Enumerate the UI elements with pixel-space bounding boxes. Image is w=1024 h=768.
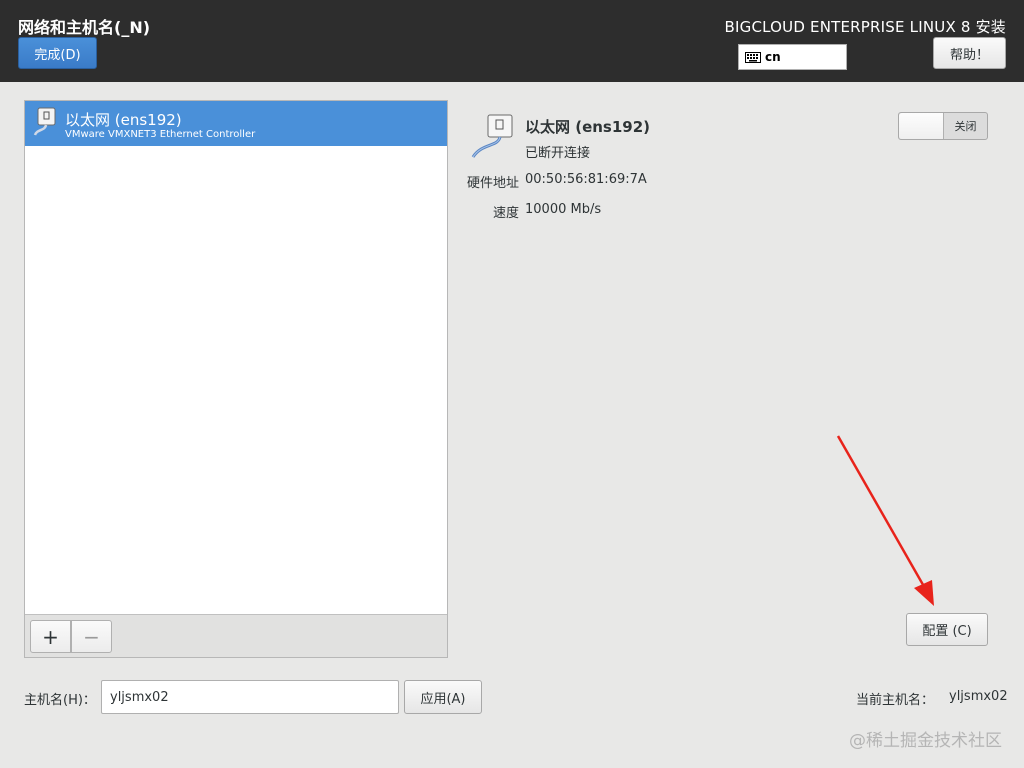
help-button[interactable]: 帮助！	[933, 37, 1006, 69]
keyboard-layout-label: cn	[765, 50, 781, 64]
keyboard-icon	[745, 51, 761, 63]
toggle-knob	[899, 113, 944, 139]
toggle-state-label: 关闭	[954, 120, 977, 133]
hardware-address-value: 00:50:56:81:69:7A	[525, 172, 647, 187]
ethernet-icon	[33, 107, 56, 136]
ethernet-icon	[471, 114, 513, 158]
device-title: 以太网 (ens192)	[525, 118, 651, 136]
speed-value: 10000 Mb/s	[525, 202, 602, 217]
add-device-button[interactable]: +	[30, 620, 71, 653]
list-item[interactable]: 以太网 (ens192) VMware VMXNET3 Ethernet Con…	[25, 101, 447, 146]
device-description: VMware VMXNET3 Ethernet Controller	[65, 129, 256, 140]
annotation-arrow-icon	[836, 435, 934, 606]
hardware-address-label: 硬件地址	[466, 176, 519, 191]
speed-label: 速度	[492, 206, 519, 221]
apply-button[interactable]: 应用(A)	[404, 680, 482, 714]
remove-device-button[interactable]: −	[71, 620, 112, 653]
done-button[interactable]: 完成(D)	[18, 37, 97, 69]
product-title: BIGCLOUD ENTERPRISE LINUX 8 安装	[724, 18, 1006, 36]
watermark: @稀土掘金技术社区	[849, 731, 1002, 751]
network-device-list: 以太网 (ens192) VMware VMXNET3 Ethernet Con…	[24, 100, 448, 658]
current-hostname-value: yljsmx02	[949, 689, 1008, 704]
keyboard-layout-indicator[interactable]: cn	[738, 44, 847, 70]
device-name: 以太网 (ens192)	[65, 111, 182, 129]
configure-button[interactable]: 配置 (C)	[906, 613, 988, 646]
connection-toggle[interactable]: 关闭	[898, 112, 988, 140]
connection-status: 已断开连接	[525, 146, 591, 161]
page-title: 网络和主机名(_N)	[18, 18, 151, 37]
hostname-input[interactable]	[101, 680, 399, 714]
hostname-label: 主机名(H)：	[24, 693, 96, 708]
device-list-toolbar: + −	[25, 614, 447, 657]
current-hostname-label: 当前主机名：	[856, 693, 935, 708]
top-header-bar: 网络和主机名(_N) 完成(D) BIGCLOUD ENTERPRISE LIN…	[0, 0, 1024, 82]
